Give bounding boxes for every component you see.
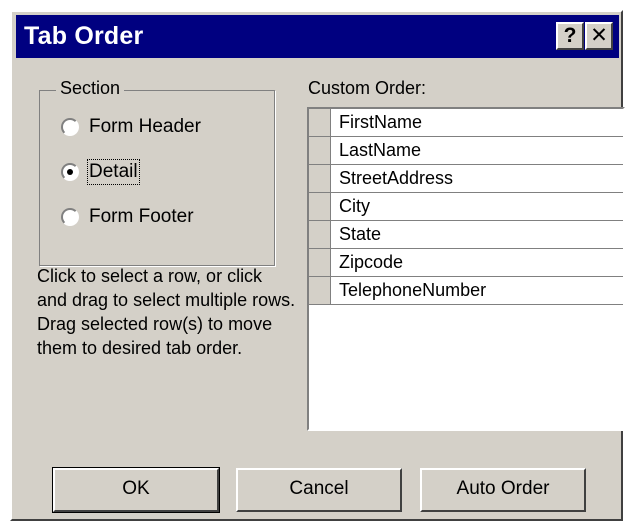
row-selector[interactable]: [309, 193, 331, 220]
list-item[interactable]: Zipcode: [309, 249, 623, 277]
row-selector[interactable]: [309, 221, 331, 248]
cancel-button[interactable]: Cancel: [236, 468, 402, 512]
radio-detail[interactable]: Detail: [61, 159, 140, 185]
list-item-label: State: [339, 224, 382, 244]
radio-label: Form Header: [89, 116, 201, 137]
instructions-text: Click to select a row, or click and drag…: [37, 266, 296, 358]
section-label: Section: [56, 78, 125, 99]
list-item[interactable]: State: [309, 221, 623, 249]
list-item-label: StreetAddress: [339, 168, 454, 188]
radio-form-footer[interactable]: Form Footer: [61, 206, 194, 228]
row-selector[interactable]: [309, 277, 331, 304]
radio-form-header[interactable]: Form Header: [61, 116, 201, 138]
list-item-label: FirstName: [339, 112, 423, 132]
close-button[interactable]: ✕: [585, 22, 613, 50]
auto-order-button[interactable]: Auto Order: [420, 468, 586, 512]
list-item-label: TelephoneNumber: [339, 280, 487, 300]
list-item[interactable]: TelephoneNumber: [309, 277, 623, 305]
list-item[interactable]: StreetAddress: [309, 165, 623, 193]
radio-button-checked-icon: [61, 163, 79, 181]
row-selector[interactable]: [309, 109, 331, 136]
tab-order-dialog: Tab Order ? ✕ Section Form Header Detail…: [10, 10, 625, 521]
list-item-label: Zipcode: [339, 252, 404, 272]
custom-order-label: Custom Order:: [308, 78, 427, 98]
list-item[interactable]: FirstName: [309, 109, 623, 137]
custom-order-list[interactable]: FirstName LastName StreetAddress City St…: [307, 107, 625, 431]
radio-button-icon: [61, 118, 79, 136]
help-button[interactable]: ?: [556, 22, 584, 50]
radio-label: Detail: [87, 159, 140, 185]
row-selector[interactable]: [309, 249, 331, 276]
ok-button[interactable]: OK: [52, 467, 220, 513]
title-bar: Tab Order ? ✕: [16, 15, 619, 58]
radio-button-icon: [61, 208, 79, 226]
radio-label: Form Footer: [89, 206, 194, 227]
row-selector[interactable]: [309, 137, 331, 164]
list-item[interactable]: City: [309, 193, 623, 221]
list-item-label: LastName: [339, 140, 422, 160]
row-selector[interactable]: [309, 165, 331, 192]
list-item-label: City: [339, 196, 370, 216]
list-item[interactable]: LastName: [309, 137, 623, 165]
window-title: Tab Order: [24, 22, 144, 50]
